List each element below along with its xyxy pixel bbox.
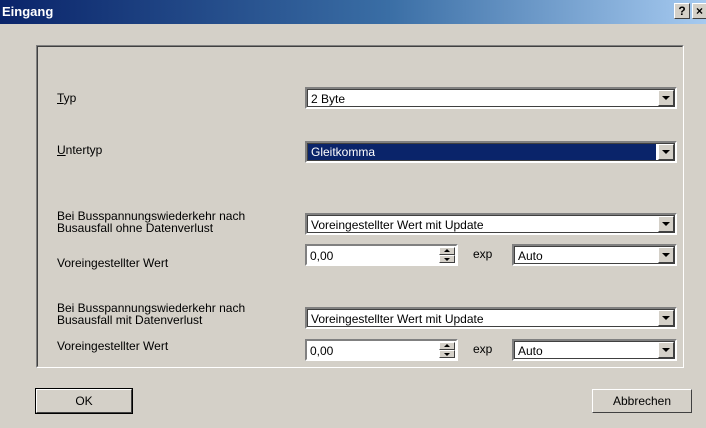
section1-exp-label: exp (473, 247, 493, 261)
window-title: Eingang (2, 4, 54, 19)
untertyp-label: Untertyp (57, 144, 102, 156)
typ-label-rest: yp (63, 91, 77, 105)
untertyp-label-rest: ntertyp (65, 143, 103, 157)
section1-default-value-spinner[interactable]: 0,00 (305, 244, 458, 266)
chevron-down-icon[interactable] (658, 216, 674, 232)
chevron-down-icon[interactable] (658, 247, 674, 263)
chevron-down-icon[interactable] (658, 310, 674, 326)
section2-exp-label: exp (473, 342, 493, 356)
typ-label-mnemonic: T (57, 91, 64, 105)
typ-label: Typ (57, 92, 76, 104)
section1-mode-select[interactable]: Voreingestellter Wert mit Update (305, 213, 677, 235)
chevron-down-icon[interactable] (658, 90, 674, 106)
close-icon: × (695, 4, 703, 18)
section2-mode-value: Voreingestellter Wert mit Update (311, 312, 484, 326)
spin-up-icon[interactable] (439, 247, 455, 255)
typ-select-value: 2 Byte (311, 92, 346, 106)
help-icon: ? (678, 4, 686, 18)
typ-select[interactable]: 2 Byte (305, 87, 677, 109)
section2-exp-select[interactable]: Auto (512, 339, 677, 361)
chevron-down-icon[interactable] (658, 144, 674, 160)
spin-down-icon[interactable] (439, 255, 455, 263)
untertyp-select-value: Gleitkomma (308, 144, 656, 160)
section1-label-line2: Busausfall ohne Datenverlust (57, 221, 214, 235)
cancel-button[interactable]: Abbrechen (592, 389, 692, 413)
section1-exp-value: Auto (518, 249, 543, 263)
untertyp-label-mnemonic: U (57, 143, 66, 157)
untertyp-select[interactable]: Gleitkomma (305, 141, 677, 163)
section2-default-value-spinner[interactable]: 0,00 (305, 339, 458, 361)
section2-label-line2: Busausfall mit Datenverlust (57, 313, 203, 327)
help-button[interactable]: ? (674, 3, 690, 19)
section2-default-label: Voreingestellter Wert (57, 339, 169, 353)
section1-mode-value: Voreingestellter Wert mit Update (311, 218, 484, 232)
title-bar: Eingang ? × (0, 0, 706, 24)
close-button[interactable]: × (692, 3, 706, 19)
section1-exp-select[interactable]: Auto (512, 244, 677, 266)
section1-default-value: 0,00 (310, 249, 334, 263)
section1-default-label: Voreingestellter Wert (57, 256, 169, 270)
section2-spin-buttons (439, 342, 455, 358)
spin-up-icon[interactable] (439, 342, 455, 350)
chevron-down-icon[interactable] (658, 342, 674, 358)
section2-mode-select[interactable]: Voreingestellter Wert mit Update (305, 307, 677, 329)
section1-spin-buttons (439, 247, 455, 263)
section2-exp-value: Auto (518, 344, 543, 358)
ok-button[interactable]: OK (35, 388, 133, 414)
spin-down-icon[interactable] (439, 350, 455, 358)
section2-default-value: 0,00 (310, 344, 334, 358)
